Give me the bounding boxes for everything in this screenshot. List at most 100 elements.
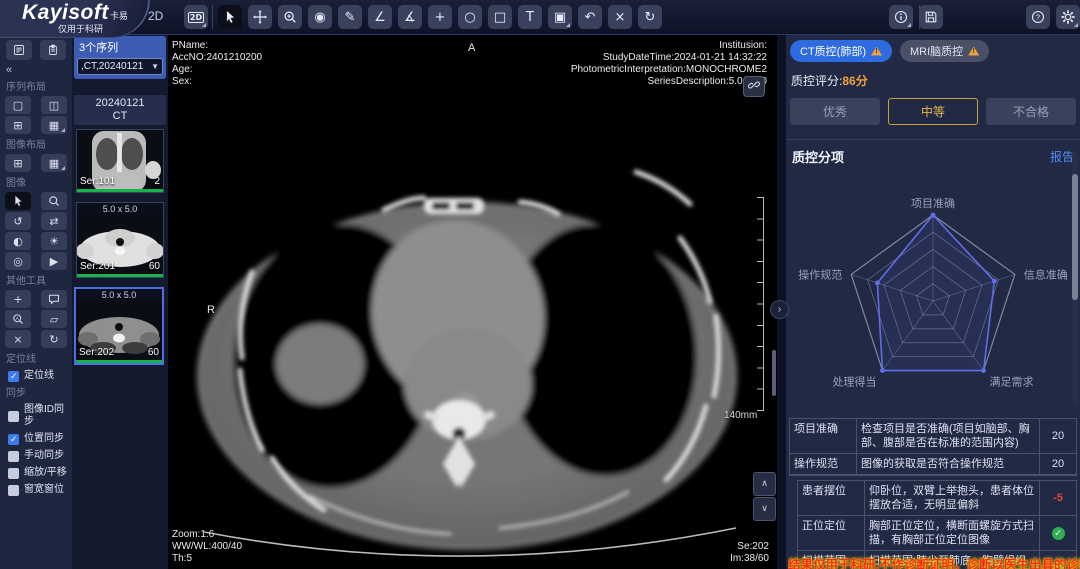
series-layout-1x1-button[interactable]: ▢ — [5, 96, 31, 114]
overlay-line: Se:202 — [730, 541, 769, 553]
grade-fail-button[interactable]: 不合格 — [986, 98, 1076, 125]
thumbnail-image-count: 2 — [154, 176, 160, 187]
series-thumbnail-201[interactable]: 5.0 x 5.0 Ser:201 60 — [76, 202, 164, 278]
qc-score-label: 质控评分: — [791, 74, 842, 88]
image-id-sync-checkbox[interactable]: 图像ID同步 — [8, 404, 72, 428]
image-stack-scrollbar[interactable] — [772, 350, 776, 396]
reset-view-button[interactable]: ↻ — [638, 5, 662, 29]
qc-panel-scrollbar-thumb[interactable] — [1072, 174, 1078, 300]
rect-tool-button[interactable]: □ — [488, 5, 512, 29]
scroll-down-button[interactable]: ∨ — [753, 497, 776, 521]
tab-label: CT质控(肺部) — [800, 43, 866, 59]
other-tools-title: 其他工具 — [6, 276, 72, 287]
tab-ct-lung-qc[interactable]: CT质控(肺部) — [790, 40, 892, 62]
link-icon — [748, 79, 760, 94]
marker-plus-tool-button[interactable]: + — [5, 290, 31, 308]
position-sync-checkbox[interactable]: 位置同步 — [8, 433, 72, 445]
series-thumbnail-202[interactable]: 5.0 x 5.0 Ser:202 60 — [74, 287, 164, 365]
link-series-button[interactable] — [743, 76, 765, 97]
magnifier-a-icon: A — [12, 313, 24, 325]
cine-play-button[interactable]: ▶ — [41, 252, 67, 270]
series-layout-grid-button[interactable]: ▦ — [41, 116, 67, 134]
study-modality-label: CT — [74, 110, 166, 123]
study-select-dropdown[interactable]: ,CT,20240121 ▼ — [77, 58, 163, 75]
qc-row-label: 操作规范 — [790, 454, 857, 474]
grade-excellent-button[interactable]: 优秀 — [790, 98, 880, 125]
thumbnail-list: Ser:101 2 5.0 x 5.0 Ser:201 60 5.0 x 5.0… — [72, 129, 168, 365]
clear-icon: × — [13, 333, 22, 346]
thumbnail-loaded-bar — [76, 360, 162, 363]
logo: Kayisoft卡易 仅用于科研 — [0, 0, 150, 38]
magnify-tool-button[interactable] — [41, 192, 67, 210]
scale-ruler-label: 140mm — [724, 410, 757, 421]
scroll-up-button[interactable]: ∧ — [753, 472, 776, 496]
cursor-icon — [223, 10, 237, 24]
plus-icon: + — [13, 293, 22, 306]
study-date-label: 20240121 — [74, 97, 166, 110]
layout-2d-button[interactable]: 2D — [184, 5, 208, 29]
cobb-angle-tool-button[interactable]: ∡ — [398, 5, 422, 29]
cursor-tool-button[interactable] — [5, 192, 31, 210]
undo-button[interactable]: ↶ — [578, 5, 602, 29]
eraser-tool-button[interactable]: ▱ — [41, 310, 67, 328]
report-link[interactable]: 报告 — [1050, 148, 1074, 165]
collapse-panel-button[interactable]: « — [6, 64, 72, 76]
save-button[interactable] — [919, 5, 943, 29]
series-layout-1x2-button[interactable]: ◫ — [41, 96, 67, 114]
toolbar-settings-group: ? — [1026, 5, 1080, 29]
series-panel-button[interactable] — [6, 40, 32, 60]
flip-icon: ⇄ — [49, 215, 58, 228]
help-button[interactable]: ? — [1026, 5, 1050, 29]
grade-label: 中等 — [921, 103, 945, 120]
series-layout-2x2-button[interactable]: ⊞ — [5, 116, 31, 134]
study-group-header[interactable]: 20240121 CT — [74, 95, 166, 125]
layout-1x2-icon: ◫ — [49, 99, 59, 112]
cobb-angle-icon: ∡ — [404, 10, 416, 25]
delete-annotation-button[interactable]: × — [608, 5, 632, 29]
report-panel-button[interactable] — [40, 40, 66, 60]
probe-tool-button[interactable]: + — [428, 5, 452, 29]
window-sync-checkbox[interactable]: 窗宽窗位 — [8, 484, 72, 496]
text-tool-button[interactable]: T — [518, 5, 542, 29]
overlay-line: AccNO:2401210200 — [172, 52, 262, 64]
settings-button[interactable] — [1056, 5, 1080, 29]
pan-tool-button[interactable] — [248, 5, 272, 29]
cursor-tool-button[interactable] — [218, 5, 242, 29]
panel-expand-button[interactable]: › — [770, 300, 789, 319]
zoom-pan-sync-checkbox[interactable]: 缩放/平移 — [8, 467, 72, 479]
window-level-tool-button[interactable]: ◉ — [308, 5, 332, 29]
window-level-icon: ◉ — [314, 10, 325, 25]
measure-tool-button[interactable]: ✎ — [338, 5, 362, 29]
locator-line-checkbox[interactable]: 定位线 — [8, 370, 72, 382]
thumbnail-loaded-bar — [77, 274, 163, 277]
chevron-up-icon: ∧ — [761, 479, 768, 489]
image-layout-2x2-button[interactable]: ⊞ — [5, 154, 31, 172]
image-layout-grid-button[interactable]: ▦ — [41, 154, 67, 172]
series-panel-header: 3个序列 ,CT,20240121 ▼ — [74, 36, 166, 79]
annotation-list-button[interactable]: ▣ — [548, 5, 572, 29]
zoom-in-icon — [283, 10, 297, 24]
top-toolbar: Kayisoft卡易 仅用于科研 2D 2D ◉✎∠∡+○□T▣↶×↻ ? — [0, 0, 1080, 35]
invert-tool-button[interactable]: ◐ — [5, 232, 31, 250]
zoom-window-overlay: Zoom:1.6WW/WL:400/40Th:5 — [172, 529, 242, 565]
ct-axial-image[interactable] — [168, 34, 777, 569]
zoom-in-tool-button[interactable] — [278, 5, 302, 29]
overlay-line: Age: — [172, 64, 262, 76]
grade-medium-button[interactable]: 中等 — [888, 98, 978, 125]
angle-tool-button[interactable]: ∠ — [368, 5, 392, 29]
tab-mri-brain-qc[interactable]: MRI脑质控 — [900, 40, 989, 62]
clear-all-tool-button[interactable]: × — [5, 330, 31, 348]
ellipse-tool-button[interactable]: ○ — [458, 5, 482, 29]
info-button[interactable] — [889, 5, 913, 29]
series-thumbnail-101[interactable]: Ser:101 2 — [76, 129, 164, 193]
brightness-tool-button[interactable]: ☀ — [41, 232, 67, 250]
magnify-region-tool-button[interactable]: A — [5, 310, 31, 328]
angle-icon: ∠ — [374, 10, 386, 25]
comment-tool-button[interactable] — [41, 290, 67, 308]
image-viewport[interactable]: PName:AccNO:2401210200Age:Sex: Institusi… — [168, 34, 777, 569]
manual-sync-checkbox[interactable]: 手动同步 — [8, 450, 72, 462]
pseudocolor-tool-button[interactable]: ◎ — [5, 252, 31, 270]
rotate-tool-button[interactable]: ↺ — [5, 212, 31, 230]
flip-tool-button[interactable]: ⇄ — [41, 212, 67, 230]
reset-tool-button[interactable]: ↻ — [41, 330, 67, 348]
